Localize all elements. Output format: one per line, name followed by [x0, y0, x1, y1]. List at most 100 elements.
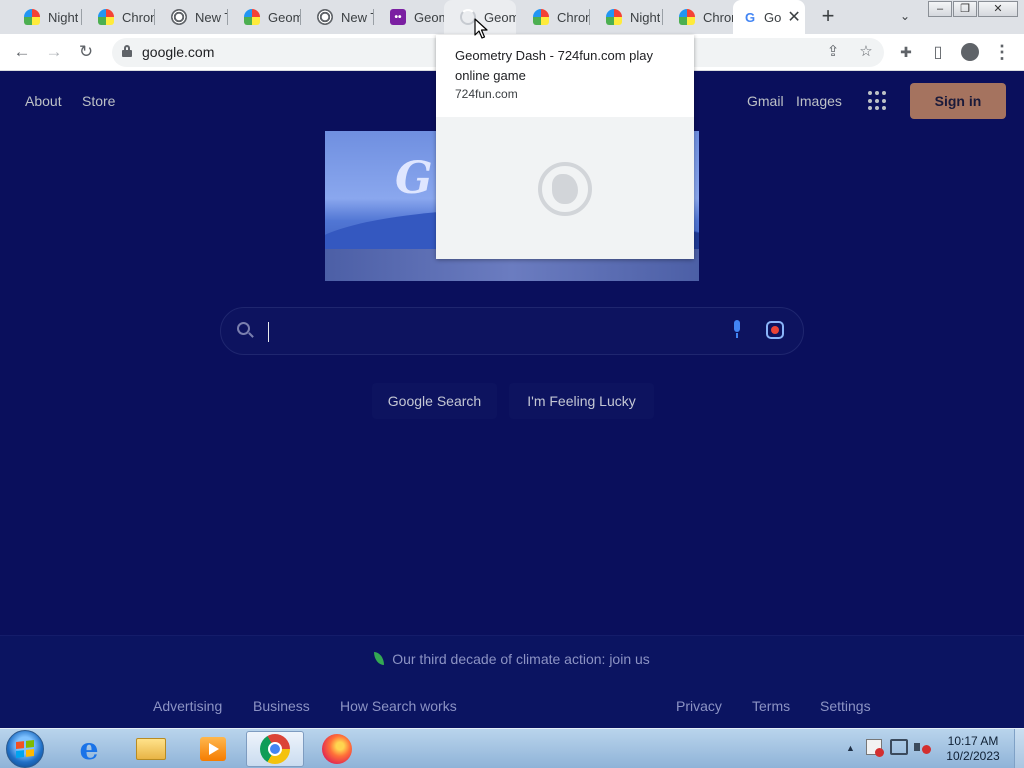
tab-search-chevron-icon[interactable]: ⌄: [895, 6, 915, 26]
show-desktop-button[interactable]: [1014, 729, 1024, 768]
url-text[interactable]: google.com: [142, 44, 214, 60]
leaf-icon: [374, 652, 385, 665]
tab-chron-3[interactable]: Chron: [663, 0, 733, 34]
tab-title: Geom: [484, 9, 516, 25]
chrome-icon: [171, 9, 187, 25]
tab-geom-2[interactable]: •• Geom: [374, 0, 444, 34]
rainbow-icon: [606, 9, 622, 25]
google-lens-camera-icon[interactable]: [766, 321, 784, 339]
tab-title: Geom: [268, 9, 300, 25]
sign-in-button[interactable]: Sign in: [910, 83, 1006, 119]
tab-title: New T: [341, 9, 373, 25]
settings-link[interactable]: Settings: [820, 698, 871, 714]
media-player-icon: [200, 737, 226, 761]
terms-link[interactable]: Terms: [752, 698, 790, 714]
bookmark-star-icon[interactable]: ☆: [855, 41, 877, 63]
window-restore-button[interactable]: ❐: [953, 1, 977, 17]
error-badge-icon: [875, 748, 884, 757]
rainbow-icon: [679, 9, 695, 25]
chrome-icon: [260, 734, 290, 764]
side-panel-icon[interactable]: ▯: [926, 40, 950, 64]
google-apps-grid-icon[interactable]: [868, 91, 888, 111]
voice-search-mic-icon[interactable]: [732, 320, 742, 338]
climate-text[interactable]: Our third decade of climate action: join…: [392, 651, 650, 667]
windows-logo-icon: [16, 740, 34, 758]
start-button[interactable]: [6, 730, 44, 768]
tab-new-tab-2[interactable]: New T: [301, 0, 373, 34]
tab-night-2[interactable]: Night: [590, 0, 662, 34]
tab-title: Chron: [557, 9, 589, 25]
tab-hover-card: Geometry Dash - 724fun.com play online g…: [436, 35, 694, 259]
taskbar-media-player[interactable]: [184, 731, 242, 767]
business-link[interactable]: Business: [253, 698, 310, 714]
window-close-button[interactable]: ✕: [978, 1, 1018, 17]
avatar: [961, 43, 979, 61]
rainbow-icon: [24, 9, 40, 25]
rainbow-icon: [244, 9, 260, 25]
hover-card-preview: [436, 117, 694, 259]
google-icon: G: [742, 9, 758, 25]
clock-date: 10/2/2023: [946, 749, 1000, 763]
privacy-link[interactable]: Privacy: [676, 698, 722, 714]
clock-time: 10:17 AM: [947, 734, 999, 748]
chrome-icon: [317, 9, 333, 25]
globe-icon: [538, 162, 592, 216]
system-clock[interactable]: 10:17 AM 10/2/2023: [938, 734, 1008, 764]
tab-title: Chron: [122, 9, 154, 25]
share-icon[interactable]: ⇪: [822, 41, 844, 63]
window-minimize-button[interactable]: ‒: [928, 1, 952, 17]
tab-chron-1[interactable]: Chron: [82, 0, 154, 34]
chrome-menu-icon[interactable]: ⋮: [990, 40, 1014, 64]
firefox-icon: [322, 734, 352, 764]
mouse-cursor-icon: [474, 18, 488, 39]
reload-button[interactable]: ↻: [74, 40, 98, 64]
tab-title: New T: [195, 9, 227, 25]
volume-muted-icon[interactable]: [914, 739, 931, 755]
tab-strip: Night Chron New T Geom New T •• Geom Geo…: [0, 0, 1024, 34]
purple-game-icon: ••: [390, 9, 406, 25]
store-link[interactable]: Store: [82, 93, 115, 109]
tab-night-1[interactable]: Night: [8, 0, 82, 34]
rainbow-icon: [98, 9, 114, 25]
search-box[interactable]: [220, 307, 804, 355]
windows-taskbar: e ▲ 10:17 AM 10/2/2023: [0, 728, 1024, 768]
how-search-works-link[interactable]: How Search works: [340, 698, 457, 714]
search-input[interactable]: [269, 318, 709, 346]
about-link[interactable]: About: [25, 93, 62, 109]
rainbow-icon: [533, 9, 549, 25]
tab-title: Chron: [703, 9, 733, 25]
tab-title: Night: [630, 9, 661, 25]
tab-title: Go: [764, 9, 782, 25]
tab-geom-1[interactable]: Geom: [228, 0, 300, 34]
back-button[interactable]: ←: [10, 40, 34, 64]
tab-google-active[interactable]: G Go ✕: [733, 0, 805, 34]
page-footer: Our third decade of climate action: join…: [0, 635, 1024, 728]
forward-button[interactable]: →: [42, 40, 66, 64]
search-icon: [237, 322, 250, 335]
gmail-link[interactable]: Gmail: [747, 93, 784, 109]
extensions-icon[interactable]: ✚: [894, 40, 918, 64]
action-center-flag-icon[interactable]: [866, 739, 884, 757]
tab-close-icon[interactable]: ✕: [787, 7, 800, 27]
tab-title: Geom: [414, 9, 444, 25]
advertising-link[interactable]: Advertising: [153, 698, 222, 714]
images-link[interactable]: Images: [796, 93, 842, 109]
climate-action-link[interactable]: Our third decade of climate action: join…: [0, 651, 1024, 667]
tab-new-tab-1[interactable]: New T: [155, 0, 227, 34]
tab-title: Night: [48, 9, 79, 25]
feeling-lucky-button[interactable]: I'm Feeling Lucky: [509, 383, 654, 419]
taskbar-firefox[interactable]: [308, 731, 366, 767]
taskbar-internet-explorer[interactable]: e: [60, 731, 118, 767]
show-hidden-icons-arrow[interactable]: ▲: [846, 743, 855, 753]
new-tab-button[interactable]: +: [816, 5, 840, 29]
taskbar-chrome[interactable]: [246, 731, 304, 767]
google-search-button[interactable]: Google Search: [372, 383, 497, 419]
network-icon[interactable]: [890, 739, 908, 755]
hover-card-title: Geometry Dash - 724fun.com play online g…: [455, 48, 653, 83]
tab-chron-2[interactable]: Chron: [517, 0, 589, 34]
taskbar-file-explorer[interactable]: [122, 731, 180, 767]
internet-explorer-icon: e: [79, 731, 99, 767]
profile-avatar-icon[interactable]: [958, 40, 982, 64]
lock-icon[interactable]: [122, 45, 132, 57]
hover-card-domain: 724fun.com: [455, 87, 518, 101]
